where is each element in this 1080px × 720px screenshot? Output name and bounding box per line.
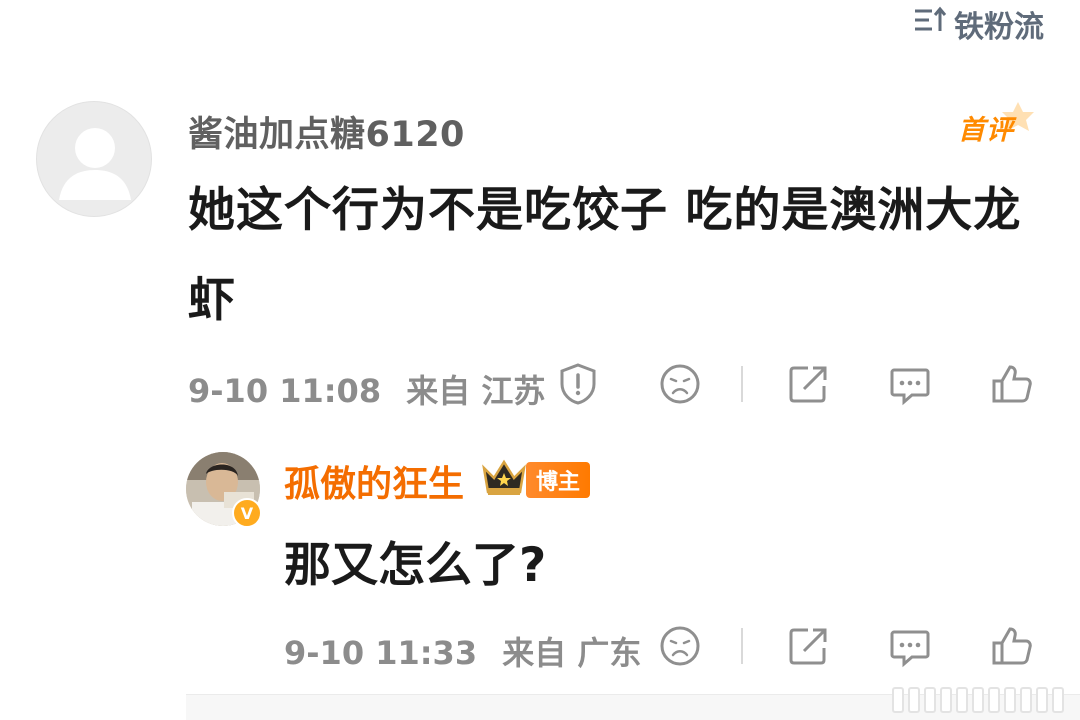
default-avatar-icon (59, 128, 131, 200)
divider (741, 366, 743, 402)
timestamp: 9-10 11:08 (188, 372, 382, 410)
sort-label: 铁粉流 (954, 10, 1044, 45)
comment-username[interactable]: 酱油加点糖6120 (188, 106, 465, 157)
report-icon[interactable] (556, 362, 600, 406)
sort-toggle[interactable]: 铁粉流 (912, 2, 1044, 46)
reply-icon[interactable] (888, 362, 932, 406)
timestamp: 9-10 11:33 (284, 634, 478, 672)
comment-text: 她这个行为不是吃饺子 吃的是澳洲大龙虾 (188, 183, 1022, 328)
share-icon[interactable] (786, 362, 830, 406)
verified-badge: V (232, 498, 262, 528)
dislike-face-icon[interactable] (658, 362, 702, 406)
watermark-logo (864, 680, 1064, 720)
first-comment-label: 首评 (958, 115, 1014, 146)
like-icon[interactable] (990, 624, 1034, 668)
reply-text: 那又怎么了? (284, 538, 547, 593)
comment-timestamp: 9-10 11:08 来自 江苏 (188, 366, 545, 412)
location: 来自 广东 (502, 634, 642, 672)
divider (741, 628, 743, 664)
reply-username[interactable]: 孤傲的狂生 (284, 455, 464, 507)
share-icon[interactable] (786, 624, 830, 668)
first-comment-badge: 首评 (956, 100, 1036, 146)
reply-icon[interactable] (888, 624, 932, 668)
blogger-badge: 博主 (526, 462, 591, 498)
avatar[interactable] (36, 101, 152, 217)
sort-lines-arrow-up-icon (912, 5, 948, 43)
reply-timestamp: 9-10 11:33 来自 广东 (284, 628, 641, 674)
like-icon[interactable] (990, 362, 1034, 406)
dislike-face-icon[interactable] (658, 624, 702, 668)
location: 来自 江苏 (406, 372, 546, 410)
